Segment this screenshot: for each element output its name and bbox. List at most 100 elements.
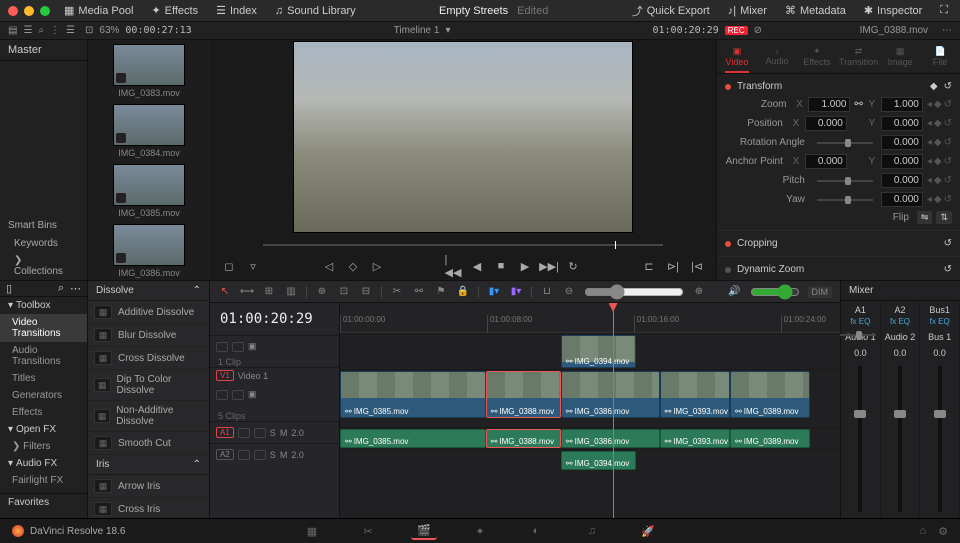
fader[interactable] xyxy=(841,360,881,518)
dim-button[interactable]: DIM xyxy=(808,286,833,298)
options-icon[interactable]: ⋯ xyxy=(70,282,81,295)
tab-transition[interactable]: ⇄Transition xyxy=(837,40,880,73)
smart-bin-collections[interactable]: ❯ Collections xyxy=(0,252,87,280)
volume-slider[interactable] xyxy=(750,284,800,300)
openfx-header[interactable]: ▾ Open FX xyxy=(0,421,87,438)
v1-tag[interactable]: V1 xyxy=(216,370,234,381)
flip-h-button[interactable]: ⇋ xyxy=(917,211,933,224)
inspector-menu-icon[interactable]: ⋯ xyxy=(942,25,952,36)
dest-icon[interactable] xyxy=(216,342,228,352)
auto-select-icon[interactable]: ▣ xyxy=(248,341,257,352)
search-icon[interactable]: ⌕ xyxy=(38,25,44,36)
page-media[interactable]: ▦ xyxy=(299,522,325,540)
panel-layout-icon[interactable]: ▯ xyxy=(6,282,12,295)
flip-v-button[interactable]: ⇅ xyxy=(936,211,952,224)
maximize-window[interactable] xyxy=(40,6,50,16)
mixer-toggle[interactable]: ♪| Mixer xyxy=(724,3,771,19)
close-window[interactable] xyxy=(8,6,18,16)
zoom-y-input[interactable] xyxy=(881,97,923,112)
link-icon[interactable]: ⚯ xyxy=(854,99,862,110)
a2-track-header[interactable]: A2SM2.0 xyxy=(210,443,339,465)
a1-track-header[interactable]: A1SM2.0 xyxy=(210,421,339,443)
fx-generators[interactable]: Generators xyxy=(0,387,87,404)
timeline-clip[interactable]: ⚯ IMG_0394.mov xyxy=(561,335,636,368)
reset-icon[interactable]: ↺ xyxy=(944,81,952,92)
filter-icon[interactable]: ☰ xyxy=(66,25,75,36)
fx-item[interactable]: ▦Additive Dissolve xyxy=(88,301,209,324)
timeline-clip[interactable]: ⚯ IMG_0389.mov xyxy=(730,429,810,448)
fx-item[interactable]: ▦Dip To Color Dissolve xyxy=(88,370,209,401)
playhead[interactable] xyxy=(613,303,614,518)
fx-item[interactable]: ▦Smooth Cut xyxy=(88,432,209,455)
dynamic-trim-icon[interactable]: ⊞ xyxy=(262,285,276,299)
timeline-clip[interactable]: ⚯ IMG_0389.mov xyxy=(730,371,810,418)
sort-icon[interactable]: ⋮ xyxy=(50,25,60,36)
zoom-x-input[interactable] xyxy=(808,97,850,112)
search-icon[interactable]: ⌕ xyxy=(58,282,64,295)
quick-export-button[interactable]: ⤴ Quick Export xyxy=(628,1,714,21)
rotation-slider[interactable] xyxy=(817,142,873,144)
fader[interactable] xyxy=(920,360,960,518)
match-frame-icon[interactable]: ⊏ xyxy=(641,258,657,274)
tab-file[interactable]: 📄File xyxy=(920,40,960,73)
zoom-slider[interactable] xyxy=(584,284,684,300)
timeline-tracks[interactable]: 01:00:00:0001:00:08:0001:00:16:0001:00:2… xyxy=(340,303,840,518)
timeline-clip[interactable]: ⚯ IMG_0386.mov xyxy=(561,371,660,418)
tab-video[interactable]: ▣Video xyxy=(717,40,757,73)
viewer-image[interactable] xyxy=(293,41,633,233)
page-edit[interactable]: 🎬 xyxy=(411,522,437,540)
play-icon[interactable]: ▶ xyxy=(517,258,533,274)
media-pool-toggle[interactable]: ▦ Media Pool xyxy=(60,2,137,19)
minimize-window[interactable] xyxy=(24,6,34,16)
prev-frame-icon[interactable]: ◀ xyxy=(469,258,485,274)
settings-icon[interactable]: ⚙ xyxy=(938,525,948,538)
page-fusion[interactable]: ✦ xyxy=(467,522,493,540)
enable-dot-icon[interactable] xyxy=(725,84,731,90)
tab-audio[interactable]: ♪Audio xyxy=(757,40,797,73)
cropping-header[interactable]: Cropping↺ xyxy=(725,235,952,252)
timeline-name[interactable]: Timeline 1 xyxy=(394,25,440,36)
zoom-in-icon[interactable]: ⊕ xyxy=(692,285,706,299)
fx-item[interactable]: ▦Cross Dissolve xyxy=(88,347,209,370)
fx-item[interactable]: ▦Arrow Iris xyxy=(88,475,209,498)
anchor-y-input[interactable] xyxy=(881,154,923,169)
eq-button[interactable]: fx EQ xyxy=(841,317,880,326)
marker-tool-icon[interactable]: ◻ xyxy=(221,258,237,274)
fx-audio-transitions[interactable]: Audio Transitions xyxy=(0,342,87,370)
timeline-clip[interactable]: ⚯ IMG_0388.mov xyxy=(486,429,561,448)
page-cut[interactable]: ✂ xyxy=(355,522,381,540)
lock-icon[interactable]: 🔒 xyxy=(456,285,470,299)
last-frame-icon[interactable]: ▶▶| xyxy=(541,258,557,274)
keyframe-icon[interactable]: ◆ xyxy=(930,81,938,92)
page-fairlight[interactable]: ♫ xyxy=(579,522,605,540)
yaw-input[interactable] xyxy=(881,192,923,207)
pool-clip[interactable]: IMG_0383.mov xyxy=(113,44,185,102)
expand-icon[interactable]: ⛶ xyxy=(936,2,952,19)
timeline-clip[interactable]: ⚯ IMG_0393.mov xyxy=(660,429,731,448)
timeline-ruler[interactable]: 01:00:00:0001:00:08:0001:00:16:0001:00:2… xyxy=(340,303,840,333)
viewer-scrubber[interactable] xyxy=(263,239,663,251)
pool-clip[interactable]: IMG_0384.mov xyxy=(113,104,185,162)
timeline-clip[interactable]: ⚯ IMG_0394.mov xyxy=(561,451,636,470)
bin-view-icon[interactable]: ▤ xyxy=(8,25,17,36)
fx-effects[interactable]: Effects xyxy=(0,404,87,421)
v2-track-header[interactable]: ▣ xyxy=(210,335,339,357)
marker-blue-icon[interactable]: ▮▾ xyxy=(487,285,501,299)
fx-fairlight[interactable]: Fairlight FX xyxy=(0,472,87,489)
razor-icon[interactable]: ✂ xyxy=(390,285,404,299)
fx-filters[interactable]: ❯ Filters xyxy=(0,438,87,455)
next-edit-icon[interactable]: ▷ xyxy=(369,258,385,274)
pitch-slider[interactable] xyxy=(817,180,873,182)
audiofx-header[interactable]: ▾ Audio FX xyxy=(0,455,87,472)
out-point-icon[interactable]: |⊲ xyxy=(689,258,705,274)
timeline-clip[interactable]: ⚯ IMG_0388.mov xyxy=(486,371,561,418)
kf-icon[interactable]: ◇ xyxy=(345,258,361,274)
yaw-slider[interactable] xyxy=(817,199,873,201)
timeline-clip[interactable]: ⚯ IMG_0385.mov xyxy=(340,371,486,418)
effects-toggle[interactable]: ✦ Effects xyxy=(147,2,202,19)
master-bin[interactable]: Master xyxy=(0,40,87,61)
insert-icon[interactable]: ⊕ xyxy=(315,285,329,299)
fx-item[interactable]: ▦Non-Additive Dissolve xyxy=(88,401,209,432)
selection-tool-icon[interactable]: ↖ xyxy=(218,285,232,299)
list-view-icon[interactable]: ☰ xyxy=(23,25,32,36)
